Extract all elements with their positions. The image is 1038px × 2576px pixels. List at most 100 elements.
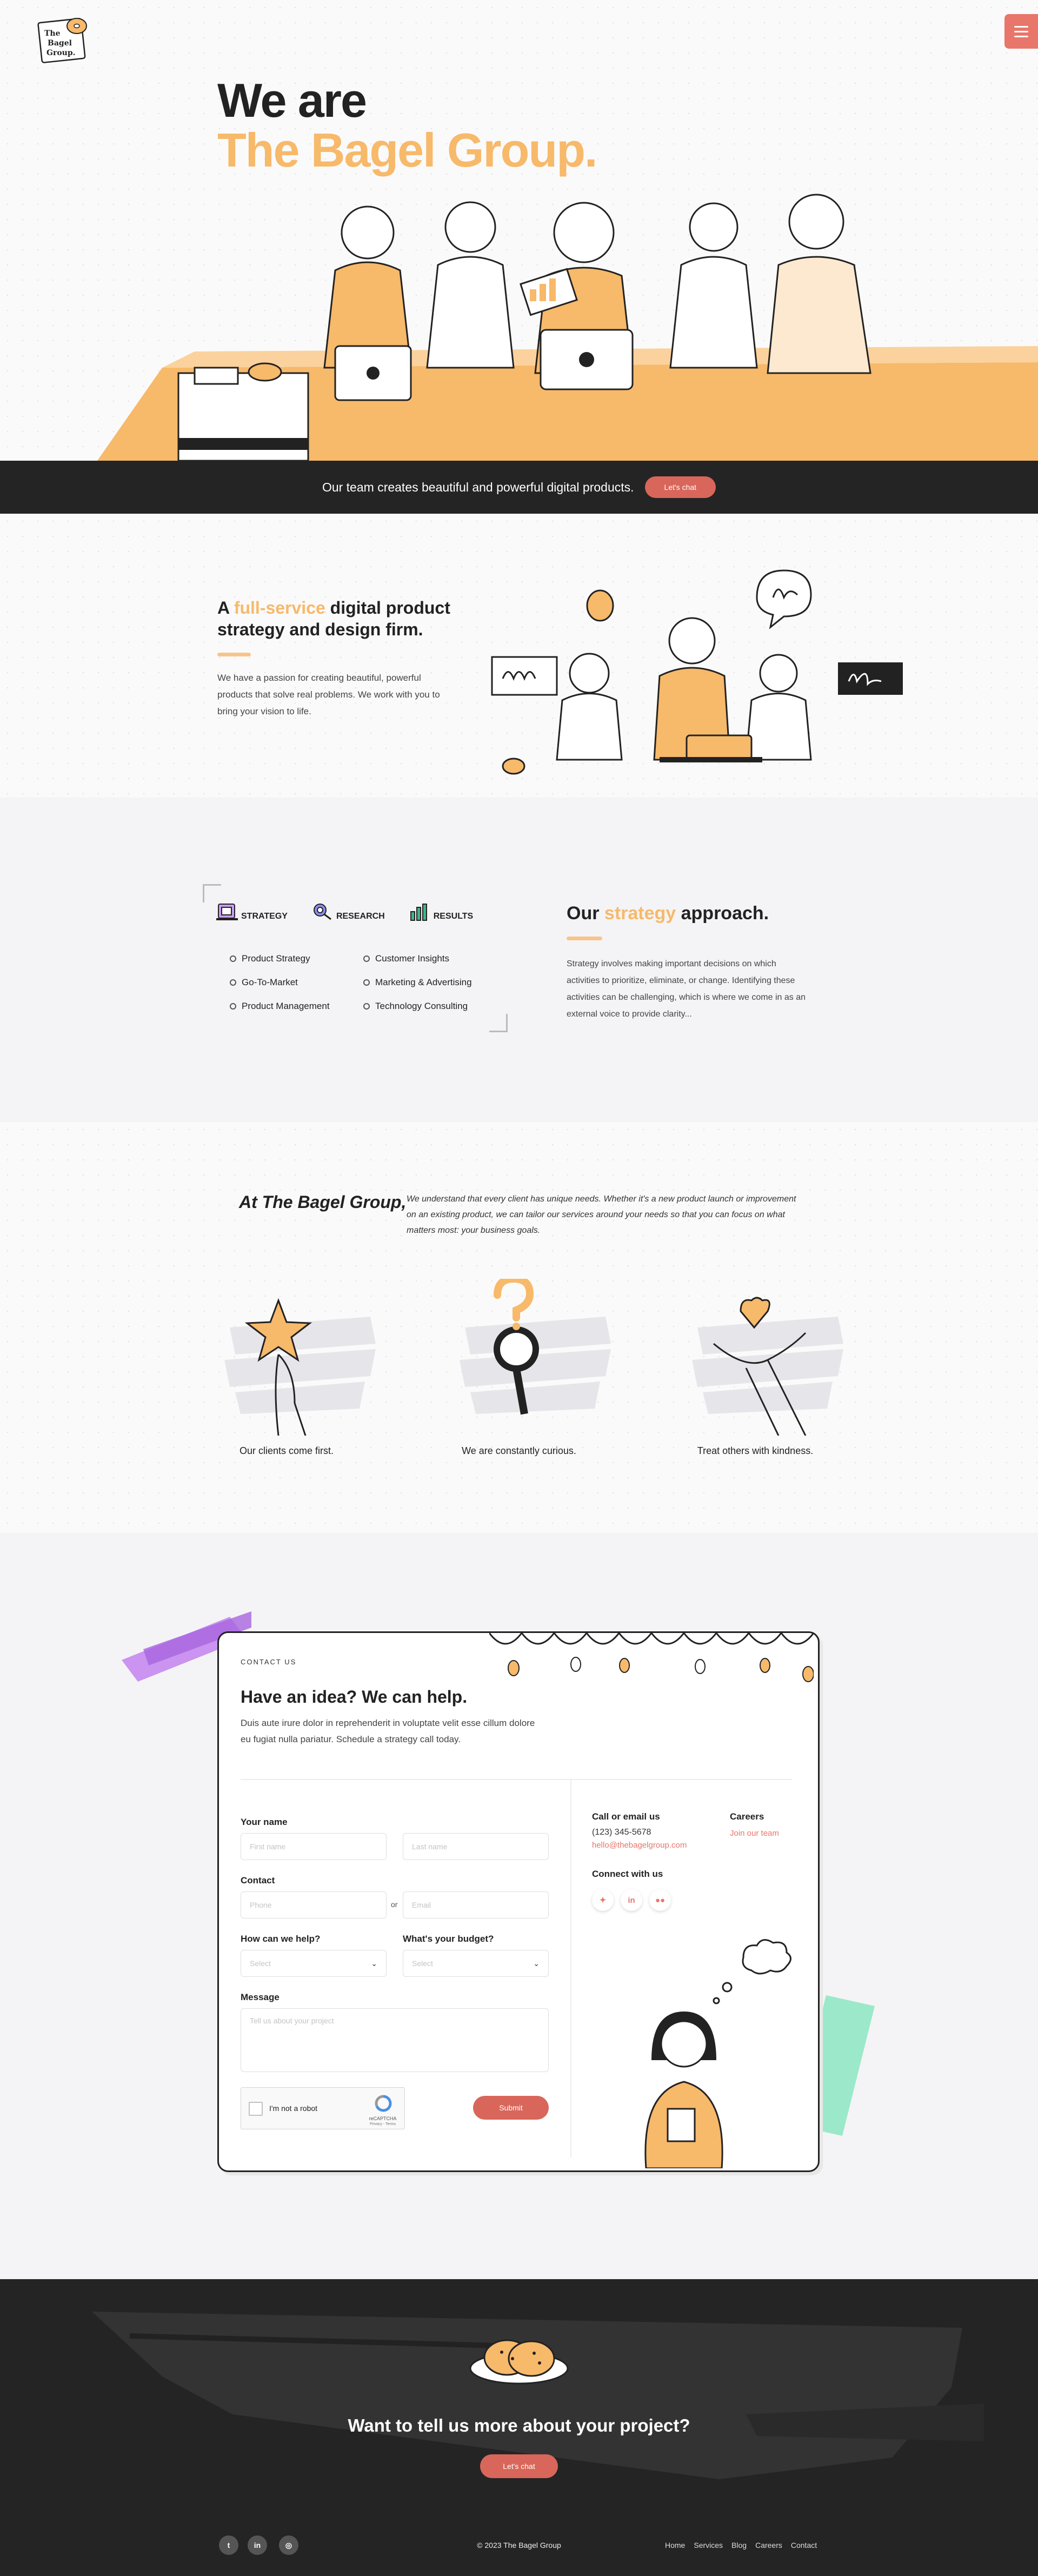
heading-underline (217, 653, 251, 656)
service-item: Technology Consulting (363, 1001, 468, 1012)
call-label: Call or email us (592, 1811, 660, 1822)
service-label: Product Management (242, 1001, 330, 1011)
string-lights-decoration (489, 1631, 814, 1682)
footer-title: Want to tell us more about your project? (348, 2415, 690, 2435)
logo-line-3: Group. (46, 49, 76, 57)
email-input[interactable]: Email (403, 1891, 549, 1918)
footer-nav-blog[interactable]: Blog (731, 2541, 747, 2550)
submit-button[interactable]: Submit (473, 2096, 549, 2120)
budget-select[interactable]: Select ⌄ (403, 1950, 549, 1977)
tab-research[interactable]: RESEARCH (311, 903, 385, 921)
corner-bracket (203, 884, 221, 902)
banner-text: Our team creates beautiful and powerful … (322, 480, 634, 494)
bullet-icon (230, 955, 236, 962)
bullet-icon (230, 979, 236, 986)
footer-nav-home[interactable]: Home (665, 2541, 685, 2550)
service-item: Marketing & Advertising (363, 977, 472, 988)
contact-eyebrow: CONTACT US (241, 1658, 297, 1666)
recaptcha-checkbox[interactable] (249, 2102, 263, 2116)
footer-nav-contact[interactable]: Contact (791, 2541, 817, 2550)
divider (241, 1779, 792, 1780)
budget-select-value: Select (412, 1959, 433, 1968)
footer: Want to tell us more about your project?… (0, 2279, 1038, 2576)
service-label: Customer Insights (375, 953, 449, 964)
message-label: Message (241, 1992, 280, 2002)
contact-section: CONTACT US Have an idea? We can help. Du… (0, 1533, 1038, 2279)
team-brainstorm-illustration (491, 569, 903, 775)
recaptcha-icon (375, 2095, 392, 2112)
logo-line-2: Bagel (48, 39, 72, 48)
message-textarea[interactable]: Tell us about your project (241, 2008, 549, 2072)
last-name-input[interactable]: Last name (403, 1833, 549, 1860)
results-icon (409, 903, 430, 921)
contact-body: Duis aute irure dolor in reprehenderit i… (241, 1718, 535, 1744)
intro-heading-pre: A (217, 598, 234, 618)
contact-card: CONTACT US Have an idea? We can help. Du… (217, 1631, 820, 2172)
bagels-plate-icon (469, 2339, 569, 2385)
tab-strategy[interactable]: STRATEGY (216, 903, 288, 921)
phone-number[interactable]: (123) 345-5678 (592, 1828, 651, 1837)
help-select-value: Select (250, 1959, 271, 1968)
hamburger-line (1014, 30, 1028, 32)
approach-heading-post: approach. (676, 903, 769, 924)
name-label: Your name (241, 1817, 288, 1827)
lets-chat-button[interactable]: Let's chat (644, 476, 716, 498)
bullet-icon (363, 1003, 370, 1010)
recaptcha-label: I'm not a robot (269, 2104, 318, 2113)
magnifier-question-icon (449, 1279, 627, 1436)
service-label: Go-To-Market (242, 977, 298, 987)
service-item: Product Management (230, 1001, 330, 1012)
strategy-icon (216, 903, 238, 921)
flickr-icon[interactable]: ●● (649, 1889, 671, 1911)
hamburger-line (1014, 35, 1028, 37)
tab-strategy-label: STRATEGY (241, 912, 288, 921)
service-label: Marketing & Advertising (375, 977, 472, 987)
value-label: Treat others with kindness. (697, 1445, 814, 1456)
tab-results[interactable]: RESULTS (409, 903, 473, 921)
budget-label: What's your budget? (403, 1934, 494, 1944)
divider (570, 1779, 571, 2157)
approach-heading: Our strategy approach. (567, 903, 769, 924)
footer-lets-chat-button[interactable]: Let's chat (480, 2454, 558, 2478)
values-title: At The Bagel Group, (239, 1192, 407, 1212)
intro-body: We have a passion for creating beautiful… (217, 673, 440, 716)
hero-section: The Bagel Group. We are The Bagel Group. (0, 0, 1038, 461)
research-icon (311, 903, 333, 921)
hero-title: We are The Bagel Group. (217, 76, 597, 177)
intro-heading: A full-service digital product strategy … (217, 597, 466, 640)
bullet-icon (363, 979, 370, 986)
chevron-down-icon: ⌄ (533, 1959, 540, 1968)
careers-link[interactable]: Join our team (730, 1829, 779, 1838)
approach-heading-pre: Our (567, 903, 604, 924)
bagel-logo-icon[interactable]: The Bagel Group. (35, 14, 94, 66)
logo-line-1: The (44, 29, 61, 38)
footer-nav: Home Services Blog Careers Contact (665, 2541, 817, 2550)
recaptcha-brand: reCAPTCHA (369, 2116, 397, 2121)
copyright-text: © 2023 The Bagel Group (477, 2541, 561, 2550)
contact-heading: Have an idea? We can help. (241, 1687, 468, 1707)
team-illustration (97, 194, 1038, 461)
phone-input[interactable]: Phone (241, 1891, 387, 1918)
bullet-icon (230, 1003, 236, 1010)
help-select[interactable]: Select ⌄ (241, 1950, 387, 1977)
hamburger-menu-button[interactable] (1004, 14, 1038, 49)
twitter-icon[interactable]: ✦ (592, 1889, 614, 1911)
heading-underline (567, 937, 602, 940)
email-link[interactable]: hello@thebagelgroup.com (592, 1841, 687, 1850)
hand-star-icon (214, 1279, 392, 1436)
first-name-input[interactable]: First name (241, 1833, 387, 1860)
service-item: Go-To-Market (230, 977, 298, 988)
hero-banner: Our team creates beautiful and powerful … (0, 461, 1038, 514)
service-label: Technology Consulting (375, 1001, 468, 1011)
recaptcha-terms[interactable]: Privacy - Terms (367, 2122, 399, 2126)
intro-heading-accent: full-service (234, 598, 325, 618)
service-item: Customer Insights (363, 953, 449, 964)
approach-tabs: STRATEGY RESEARCH RESULTS (216, 903, 473, 921)
footer-nav-careers[interactable]: Careers (755, 2541, 782, 2550)
chevron-down-icon: ⌄ (371, 1959, 377, 1968)
connect-label: Connect with us (592, 1869, 663, 1879)
hero-title-line-2: The Bagel Group. (217, 123, 597, 177)
footer-nav-services[interactable]: Services (694, 2541, 723, 2550)
linkedin-icon[interactable]: in (621, 1889, 642, 1911)
hand-heart-icon (681, 1279, 860, 1436)
